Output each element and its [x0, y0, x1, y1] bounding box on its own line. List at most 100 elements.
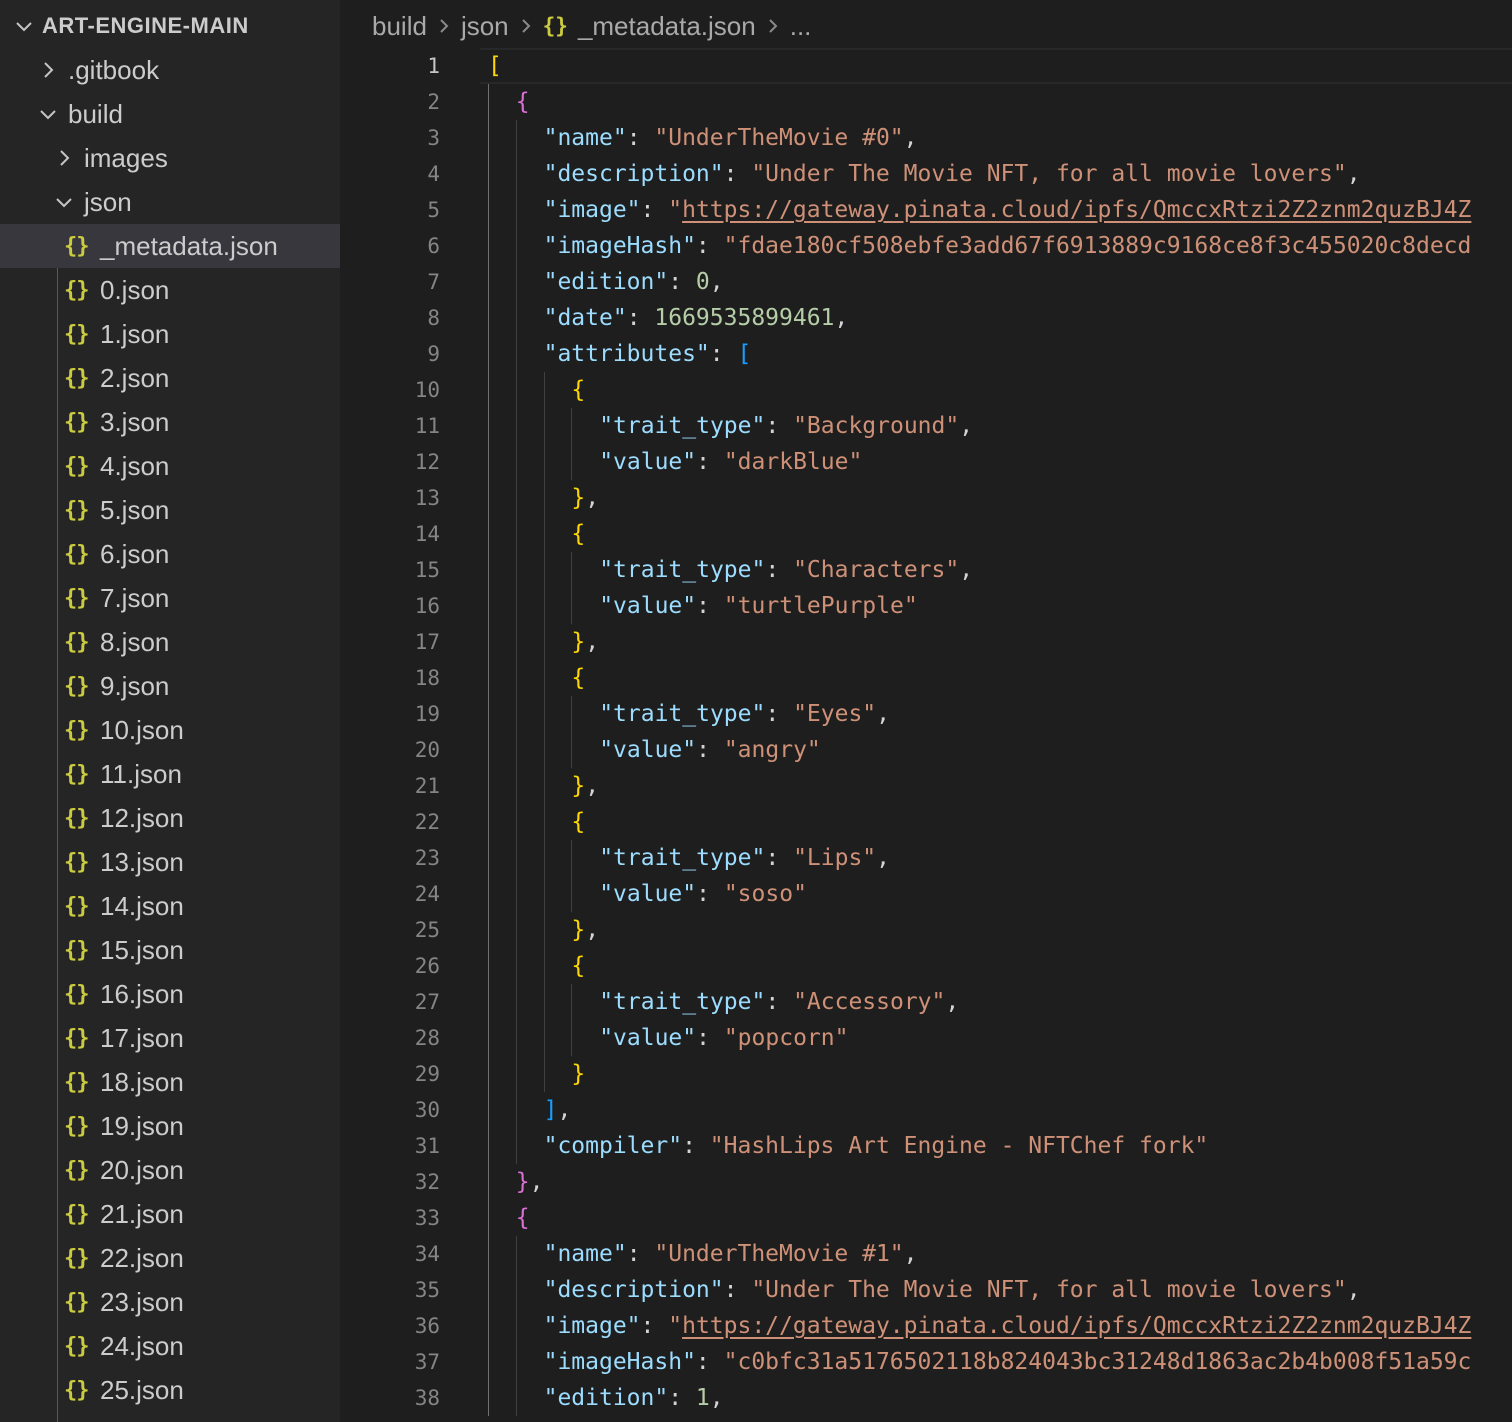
file-item-24-json[interactable]: {} 24.json [0, 1324, 340, 1368]
code-line[interactable]: }, [571, 768, 599, 804]
explorer-sidebar: ART-ENGINE-MAIN .gitbook build images json {… [0, 0, 340, 1422]
code-line[interactable]: ], [544, 1092, 572, 1128]
tree-item-label: _metadata.json [100, 230, 278, 261]
code-line[interactable]: "compiler": "HashLips Art Engine - NFTCh… [544, 1128, 1209, 1164]
breadcrumb-build[interactable]: build [372, 11, 427, 42]
code-line[interactable]: "value": "soso" [599, 876, 807, 912]
file-item-0-json[interactable]: {} 0.json [0, 268, 340, 312]
json-punctuation: , [876, 845, 891, 871]
code-line[interactable]: "description": "Under The Movie NFT, for… [544, 156, 1361, 192]
code-line[interactable]: "value": "darkBlue" [599, 444, 862, 480]
code-line[interactable]: "name": "UnderTheMovie #0", [544, 120, 918, 156]
file-item-11-json[interactable]: {} 11.json [0, 752, 340, 796]
code-line[interactable]: { [571, 804, 585, 840]
json-punctuation: ] [543, 1097, 558, 1123]
json-punctuation: { [571, 521, 586, 547]
chevron-right-icon [521, 19, 531, 33]
code-line[interactable]: "image": "https://gateway.pinata.cloud/i… [544, 192, 1472, 228]
file-item-7-json[interactable]: {} 7.json [0, 576, 340, 620]
code-line[interactable]: "value": "popcorn" [599, 1020, 848, 1056]
file-item-metadata-json[interactable]: {} _metadata.json [0, 224, 340, 268]
code-line[interactable]: { [516, 84, 530, 120]
file-item-4-json[interactable]: {} 4.json [0, 444, 340, 488]
file-item-8-json[interactable]: {} 8.json [0, 620, 340, 664]
tree-item-label: 1.json [100, 318, 170, 349]
folder-item-gitbook[interactable]: .gitbook [0, 48, 340, 92]
file-item-22-json[interactable]: {} 22.json [0, 1236, 340, 1280]
file-item-1-json[interactable]: {} 1.json [0, 312, 340, 356]
file-item-18-json[interactable]: {} 18.json [0, 1060, 340, 1104]
folder-item-images[interactable]: images [0, 136, 340, 180]
json-file-icon: {} [64, 1201, 90, 1227]
code-line[interactable]: { [571, 948, 585, 984]
indent-guide [571, 840, 573, 912]
file-item-9-json[interactable]: {} 9.json [0, 664, 340, 708]
file-item-2-json[interactable]: {} 2.json [0, 356, 340, 400]
json-link[interactable]: https://gateway.pinata.cloud/ipfs/QmccxR… [682, 1313, 1471, 1339]
json-key: "trait_type" [599, 845, 766, 871]
code-line[interactable]: [ [488, 48, 502, 84]
code-line[interactable]: "description": "Under The Movie NFT, for… [544, 1272, 1361, 1308]
breadcrumb-file[interactable]: _metadata.json [578, 11, 756, 42]
code-line[interactable]: "edition": 1, [544, 1380, 724, 1416]
file-item-3-json[interactable]: {} 3.json [0, 400, 340, 444]
code-line[interactable]: "attributes": [ [544, 336, 752, 372]
file-item-15-json[interactable]: {} 15.json [0, 928, 340, 972]
code-line[interactable]: "trait_type": "Background", [599, 408, 973, 444]
file-item-5-json[interactable]: {} 5.json [0, 488, 340, 532]
file-item-17-json[interactable]: {} 17.json [0, 1016, 340, 1060]
tree-item-label: build [68, 98, 123, 129]
code-line[interactable]: } [571, 1056, 585, 1092]
file-item-25-json[interactable]: {} 25.json [0, 1368, 340, 1412]
file-item-23-json[interactable]: {} 23.json [0, 1280, 340, 1324]
file-item-14-json[interactable]: {} 14.json [0, 884, 340, 928]
breadcrumb-symbols[interactable]: ... [790, 11, 812, 42]
json-file-icon: {} [64, 937, 90, 963]
line-number: 8 [427, 306, 440, 330]
code-line[interactable]: "imageHash": "fdae180cf508ebfe3add67f691… [544, 228, 1472, 264]
json-key: "description" [543, 1277, 724, 1303]
json-punctuation: : [709, 341, 738, 367]
explorer-root-header[interactable]: ART-ENGINE-MAIN [0, 4, 340, 48]
code-line[interactable]: }, [571, 624, 599, 660]
json-string: "turtlePurple" [723, 593, 918, 619]
code-line[interactable]: "trait_type": "Lips", [599, 840, 890, 876]
code-line[interactable]: }, [571, 912, 599, 948]
breadcrumb-json[interactable]: json [461, 11, 509, 42]
file-item-20-json[interactable]: {} 20.json [0, 1148, 340, 1192]
folder-item-build[interactable]: build [0, 92, 340, 136]
json-string: "popcorn" [723, 1025, 849, 1051]
code-line[interactable]: "trait_type": "Eyes", [599, 696, 890, 732]
json-file-icon: {} [64, 805, 90, 831]
code-line[interactable]: { [516, 1200, 530, 1236]
code-line[interactable]: }, [571, 480, 599, 516]
folder-item-json[interactable]: json [0, 180, 340, 224]
file-item-16-json[interactable]: {} 16.json [0, 972, 340, 1016]
json-link[interactable]: https://gateway.pinata.cloud/ipfs/QmccxR… [682, 197, 1471, 223]
file-item-13-json[interactable]: {} 13.json [0, 840, 340, 884]
code-line[interactable]: "imageHash": "c0bfc31a5176502118b824043b… [544, 1344, 1472, 1380]
code-line[interactable]: { [571, 516, 585, 552]
file-item-21-json[interactable]: {} 21.json [0, 1192, 340, 1236]
tree-item-label: 11.json [100, 758, 182, 789]
code-line[interactable]: { [571, 660, 585, 696]
file-item-6-json[interactable]: {} 6.json [0, 532, 340, 576]
json-file-icon: {} [64, 453, 90, 479]
code-line[interactable]: "trait_type": "Accessory", [599, 984, 959, 1020]
code-line[interactable]: "image": "https://gateway.pinata.cloud/i… [544, 1308, 1472, 1344]
code-line[interactable]: "value": "angry" [599, 732, 821, 768]
code-line[interactable]: "date": 1669535899461, [544, 300, 849, 336]
json-key: "value" [599, 449, 697, 475]
json-file-icon: {} [64, 1333, 90, 1359]
code-line[interactable]: "name": "UnderTheMovie #1", [544, 1236, 918, 1272]
code-line[interactable]: "edition": 0, [544, 264, 724, 300]
file-item-19-json[interactable]: {} 19.json [0, 1104, 340, 1148]
file-item-10-json[interactable]: {} 10.json [0, 708, 340, 752]
file-item-12-json[interactable]: {} 12.json [0, 796, 340, 840]
json-key: "edition" [543, 269, 669, 295]
code-line[interactable]: "trait_type": "Characters", [599, 552, 973, 588]
code-line[interactable]: { [571, 372, 585, 408]
code-line[interactable]: }, [516, 1164, 544, 1200]
json-punctuation: } [571, 629, 586, 655]
code-line[interactable]: "value": "turtlePurple" [599, 588, 918, 624]
